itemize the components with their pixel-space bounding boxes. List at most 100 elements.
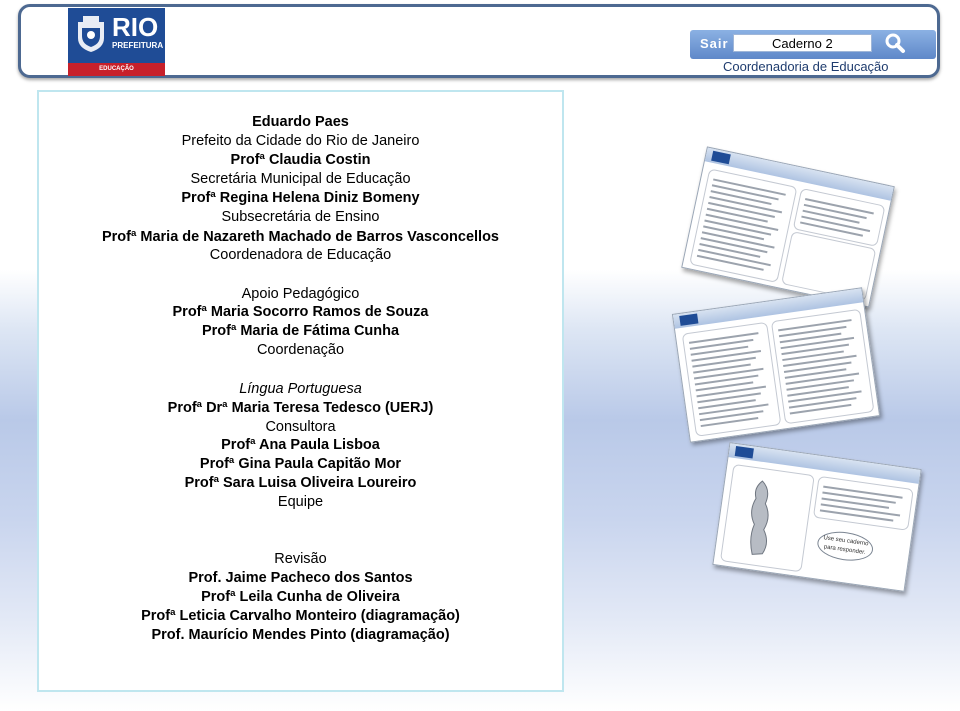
text-line — [709, 196, 783, 214]
text-line — [688, 332, 759, 344]
credits-panel: Eduardo Paes Prefeito da Cidade do Rio de… — [37, 90, 564, 692]
search-button[interactable] — [882, 32, 912, 54]
page-logo — [711, 150, 731, 165]
text-line — [802, 209, 860, 224]
map-box — [719, 463, 815, 573]
text-line — [692, 356, 756, 368]
credit-line: Coordenação — [256, 342, 345, 358]
credit-line: Subsecretária de Ensino — [221, 209, 380, 225]
text-line — [700, 417, 759, 428]
text-line — [698, 399, 756, 410]
text-line — [823, 485, 903, 499]
notebook-page-preview — [671, 287, 881, 443]
text-line — [789, 403, 852, 415]
speech-bubble: Use seu caderno para responder. — [815, 528, 875, 564]
credit-line: Revisão — [274, 551, 327, 567]
text-line — [783, 354, 857, 367]
text-line — [698, 403, 769, 416]
text-line — [786, 379, 855, 391]
credit-line: Profª Ana Paula Lisboa — [221, 437, 380, 453]
text-line — [780, 336, 855, 350]
credit-line: Profª Leticia Carvalho Monteiro (diagram… — [141, 608, 460, 624]
credit-line: Equipe — [277, 494, 324, 510]
text-line — [822, 491, 896, 504]
text-line — [699, 410, 764, 422]
page-header — [728, 443, 921, 484]
text-line — [788, 397, 857, 409]
credit-line: Coordenadora de Educação — [209, 247, 392, 263]
text-line — [783, 361, 852, 373]
text-line — [698, 248, 771, 267]
text-column — [770, 308, 875, 425]
text-line — [701, 231, 775, 249]
text-line — [803, 203, 867, 220]
credit-line: Língua Portuguesa — [239, 381, 362, 397]
text-line — [778, 319, 852, 332]
notebook-page-preview: Use seu caderno para responder. — [712, 442, 922, 592]
credit-line: Profª Claudia Costin — [230, 152, 371, 168]
department-label: Coordenadoria de Educação — [723, 59, 889, 74]
text-line — [819, 509, 894, 522]
city-crest-icon — [78, 16, 104, 52]
credit-line: Profª Maria de Fátima Cunha — [201, 323, 400, 339]
credit-line: Profª Leila Cunha de Oliveira — [201, 589, 400, 605]
text-line — [704, 219, 772, 236]
map-figure — [750, 480, 769, 555]
text-line — [804, 197, 874, 215]
credit-line: Prefeito da Cidade do Rio de Janeiro — [181, 133, 420, 149]
text-column — [689, 168, 798, 283]
credit-line: Consultora — [265, 419, 336, 435]
credit-line: Prof. Jaime Pacheco dos Santos — [188, 570, 413, 586]
page-logo — [679, 313, 699, 326]
search-input[interactable]: Caderno 2 — [733, 34, 872, 52]
text-line — [710, 190, 772, 206]
credit-line: Prof. Maurício Mendes Pinto (diagramação… — [151, 627, 450, 643]
text-line — [696, 385, 767, 398]
text-line — [690, 345, 749, 356]
text-line — [781, 343, 850, 356]
text-column — [681, 321, 782, 437]
credit-line: Profª Drª Maria Teresa Tedesco (UERJ) — [167, 400, 434, 416]
credit-line: Profª Regina Helena Diniz Bomeny — [181, 190, 420, 206]
text-line — [713, 178, 786, 196]
answer-box — [781, 230, 877, 302]
text-line — [697, 392, 761, 404]
text-line — [693, 367, 764, 380]
text-line — [711, 184, 779, 201]
page-header — [673, 288, 864, 329]
text-line — [705, 213, 779, 231]
credit-line: Profª Maria Socorro Ramos de Souza — [172, 304, 429, 320]
credit-line: Secretária Municipal de Educação — [190, 171, 411, 187]
page-logo — [734, 446, 754, 459]
logo-title: RIO — [112, 12, 159, 42]
text-line — [800, 221, 864, 237]
exit-link[interactable]: Sair — [700, 36, 729, 51]
text-line — [787, 386, 849, 397]
notebook-page-preview — [681, 146, 895, 308]
text-line — [695, 381, 754, 392]
text-line — [699, 243, 761, 258]
credit-line: Eduardo Paes — [252, 114, 349, 130]
text-line — [782, 350, 844, 362]
text-line — [778, 325, 847, 338]
logo-subtitle: PREFEITURA — [112, 41, 164, 50]
rio-prefeitura-logo[interactable]: RIO PREFEITURA EDUCAÇÃO — [68, 8, 165, 76]
text-line — [821, 497, 890, 509]
text-line — [706, 207, 768, 223]
logo-band: EDUCAÇÃO — [68, 63, 165, 76]
question-box — [792, 187, 886, 247]
credit-line: Profª Sara Luisa Oliveira Loureiro — [184, 475, 417, 491]
page-header — [704, 147, 894, 201]
text-line — [784, 368, 847, 379]
text-line — [689, 338, 754, 350]
credit-line: Profª Maria de Nazareth Machado de Barro… — [101, 229, 499, 245]
credit-line: Apoio Pedagógico — [241, 286, 360, 302]
magnifier-icon — [885, 33, 905, 53]
credit-line: Profª Gina Paula Capitão Mor — [199, 456, 402, 472]
text-line — [691, 349, 762, 362]
text-line — [779, 332, 842, 344]
text-line — [703, 225, 765, 241]
text-line — [801, 215, 871, 233]
text-line — [708, 201, 775, 219]
text-line — [820, 503, 901, 517]
